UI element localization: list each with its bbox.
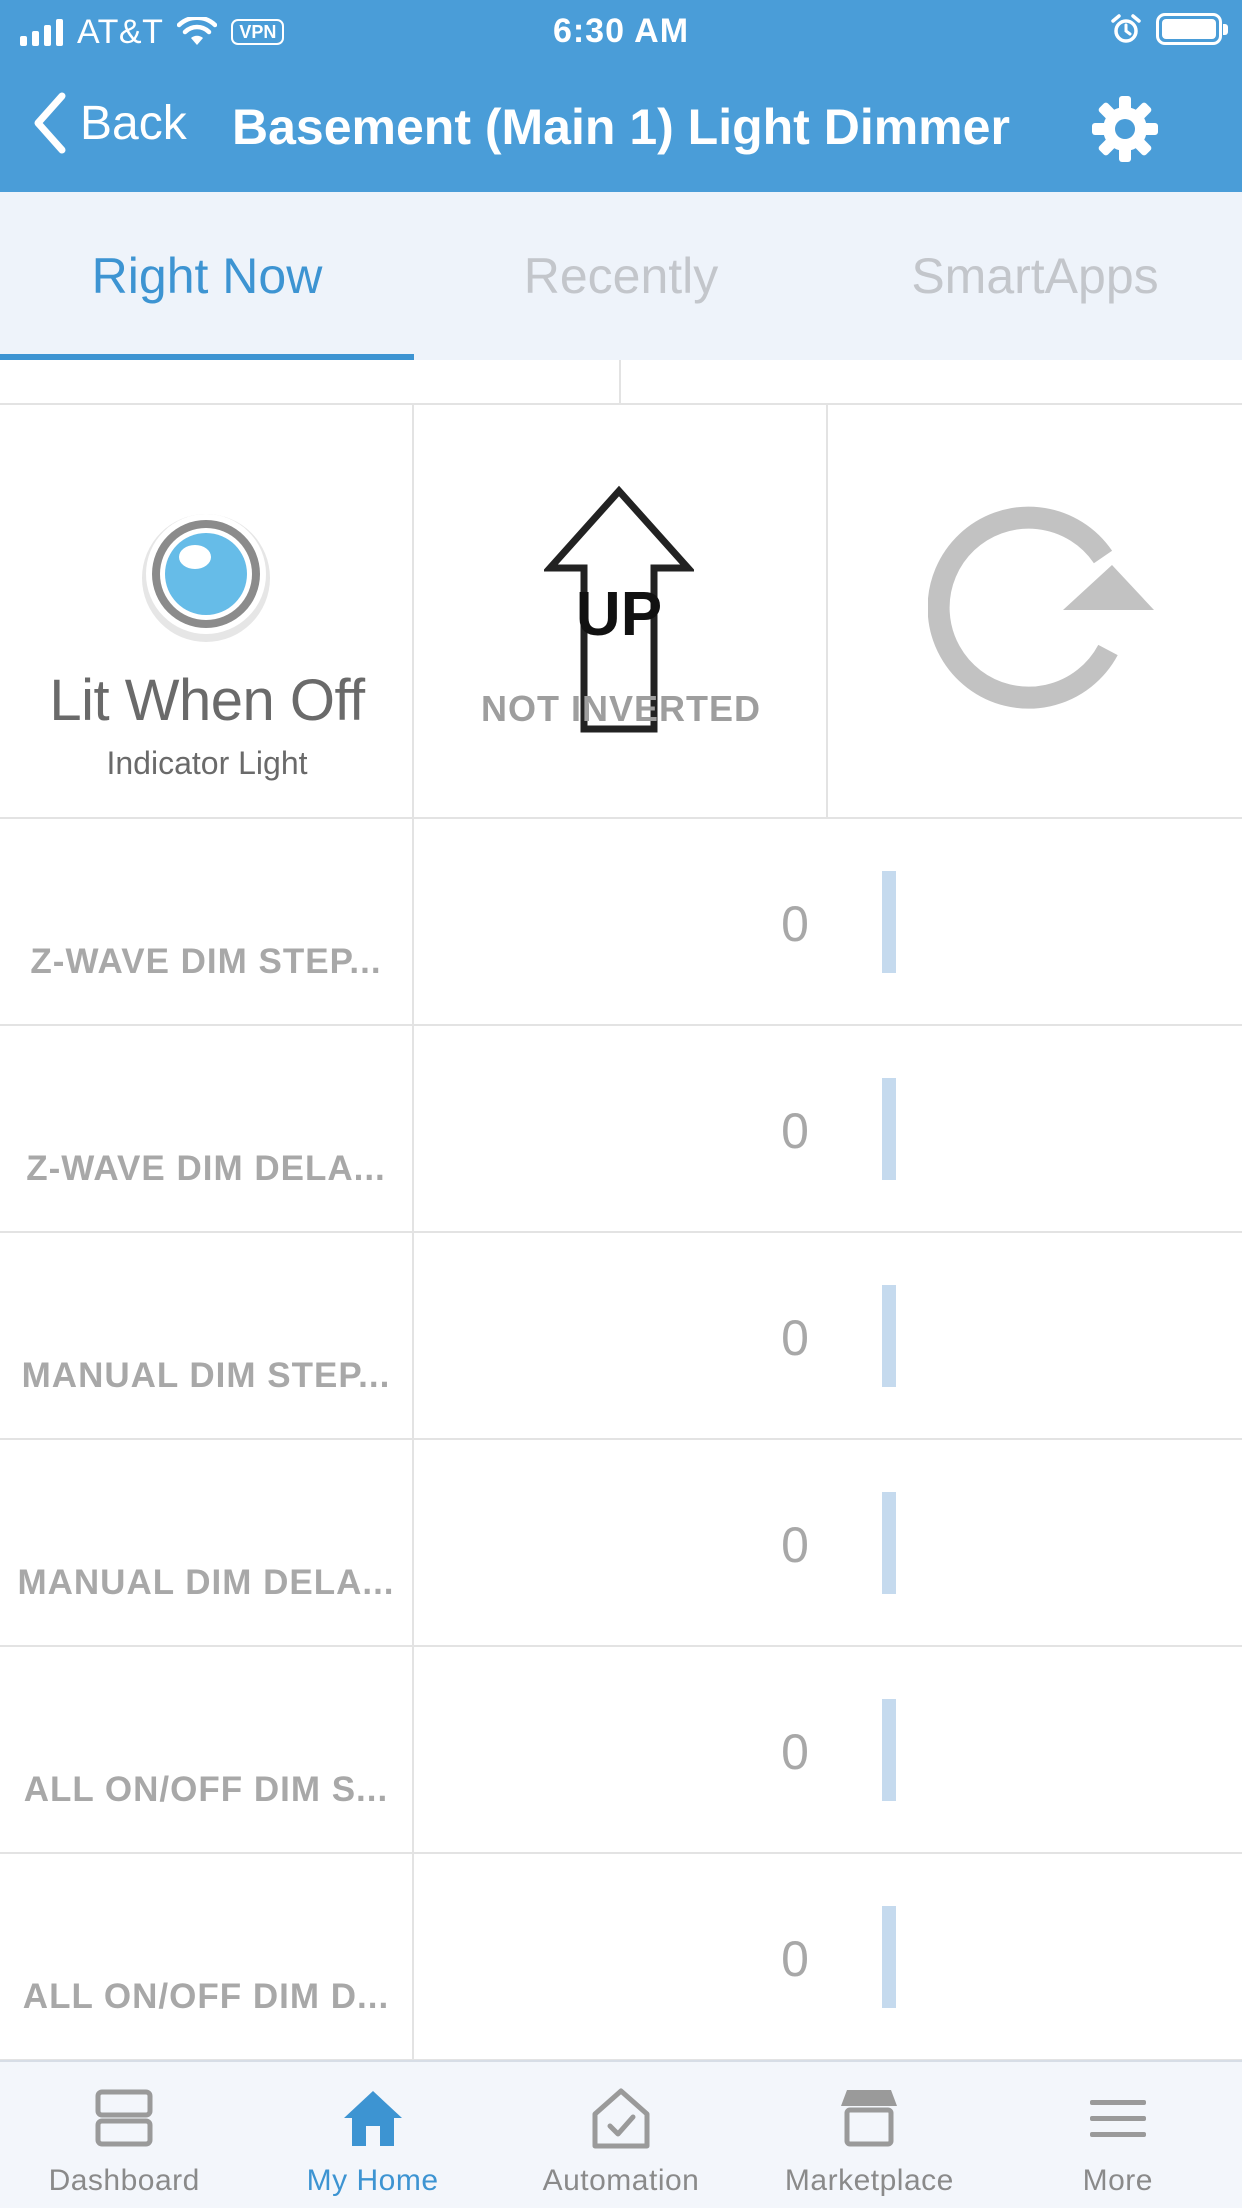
orientation-tile[interactable]: UP NOT INVERTED	[414, 405, 828, 817]
automation-icon	[592, 2088, 650, 2149]
tab-smartapps[interactable]: SmartApps	[828, 192, 1242, 360]
nav-dashboard-label: Dashboard	[48, 2164, 200, 2197]
parameter-value: 0	[781, 1931, 809, 1987]
list-item[interactable]: ALL ON/OFF DIM D... 0	[0, 1854, 1242, 2061]
slider-track[interactable]	[882, 1285, 896, 1387]
bottom-tab-bar: Dashboard My Home Automation Marketplace	[0, 2060, 1242, 2208]
status-bar: AT&T VPN 6:30 AM	[0, 0, 1242, 62]
nav-more[interactable]: More	[994, 2062, 1242, 2208]
list-item[interactable]: MANUAL DIM STEP... 0	[0, 1233, 1242, 1440]
tab-recently[interactable]: Recently	[414, 192, 828, 360]
slider-track[interactable]	[882, 1492, 896, 1594]
back-label: Back	[80, 96, 187, 150]
parameter-label: Z-WAVE DIM STEP...	[30, 942, 382, 981]
tile-row: Lit When Off Indicator Light UP NOT INVE…	[0, 405, 1242, 819]
status-time: 6:30 AM	[552, 12, 690, 50]
parameter-label-cell: ALL ON/OFF DIM D...	[0, 1854, 414, 2059]
slider-track[interactable]	[882, 1906, 896, 2008]
back-button[interactable]: Back	[32, 92, 187, 154]
chevron-left-icon	[34, 92, 66, 154]
nav-my-home[interactable]: My Home	[248, 2062, 496, 2208]
slider-track[interactable]	[882, 1078, 896, 1180]
list-item[interactable]: ALL ON/OFF DIM S... 0	[0, 1647, 1242, 1854]
parameter-value: 0	[781, 1310, 809, 1366]
nav-my-home-label: My Home	[306, 2164, 439, 2197]
parameter-list: Z-WAVE DIM STEP... 0 Z-WAVE DIM DELA... …	[0, 819, 1242, 2061]
list-item[interactable]: Z-WAVE DIM STEP... 0	[0, 819, 1242, 1026]
nav-marketplace-label: Marketplace	[784, 2164, 954, 2197]
parameter-label: ALL ON/OFF DIM D...	[22, 1977, 390, 2016]
indicator-led-icon	[142, 514, 270, 642]
battery-icon	[1156, 13, 1228, 45]
refresh-icon	[928, 506, 1154, 709]
slider-track[interactable]	[882, 871, 896, 973]
nav-automation-label: Automation	[542, 2164, 700, 2197]
dashboard-icon	[95, 2089, 153, 2147]
parameter-label-cell: Z-WAVE DIM STEP...	[0, 819, 414, 1024]
parameter-label: Z-WAVE DIM DELA...	[26, 1149, 386, 1188]
indicator-light-label: Indicator Light	[106, 745, 308, 781]
parameter-label-cell: ALL ON/OFF DIM S...	[0, 1647, 414, 1852]
status-right	[1110, 13, 1228, 45]
slider-track[interactable]	[882, 1699, 896, 1801]
home-icon	[343, 2091, 402, 2146]
parameter-label: ALL ON/OFF DIM S...	[23, 1770, 389, 1809]
parameter-label-cell: Z-WAVE DIM DELA...	[0, 1026, 414, 1231]
page-title: Basement (Main 1) Light Dimmer	[232, 99, 1010, 155]
parameter-label-cell: MANUAL DIM DELA...	[0, 1440, 414, 1645]
menu-icon	[1089, 2100, 1146, 2137]
list-item[interactable]: Z-WAVE DIM DELA... 0	[0, 1026, 1242, 1233]
list-item[interactable]: MANUAL DIM DELA... 0	[0, 1440, 1242, 1647]
parameter-value: 0	[781, 1724, 809, 1780]
nav-automation[interactable]: Automation	[497, 2062, 745, 2208]
parameter-label: MANUAL DIM STEP...	[21, 1356, 391, 1395]
tab-bar: Right Now Recently SmartApps	[0, 192, 1242, 360]
nav-dashboard[interactable]: Dashboard	[0, 2062, 248, 2208]
indicator-light-value: Lit When Off	[49, 668, 365, 733]
parameter-label-cell: MANUAL DIM STEP...	[0, 1233, 414, 1438]
parameter-label: MANUAL DIM DELA...	[17, 1563, 395, 1602]
parameter-value: 0	[781, 896, 809, 952]
tab-right-now[interactable]: Right Now	[0, 192, 414, 360]
alarm-icon	[1111, 14, 1141, 43]
parameter-value: 0	[781, 1517, 809, 1573]
nav-more-label: More	[1082, 2164, 1153, 2197]
marketplace-icon	[841, 2090, 898, 2147]
refresh-tile[interactable]	[828, 405, 1242, 817]
nav-bar: Back Basement (Main 1) Light Dimmer	[0, 62, 1242, 192]
spacer-row	[0, 360, 1242, 405]
up-arrow-text: UP	[576, 580, 662, 649]
orientation-status: NOT INVERTED	[480, 688, 761, 729]
device-detail-screen: AT&T VPN 6:30 AM Back Basement (Main 1) …	[0, 0, 1242, 2208]
nav-marketplace[interactable]: Marketplace	[745, 2062, 993, 2208]
indicator-light-tile[interactable]: Lit When Off Indicator Light	[0, 405, 414, 817]
parameter-value: 0	[781, 1103, 809, 1159]
gear-icon[interactable]	[1090, 94, 1160, 164]
